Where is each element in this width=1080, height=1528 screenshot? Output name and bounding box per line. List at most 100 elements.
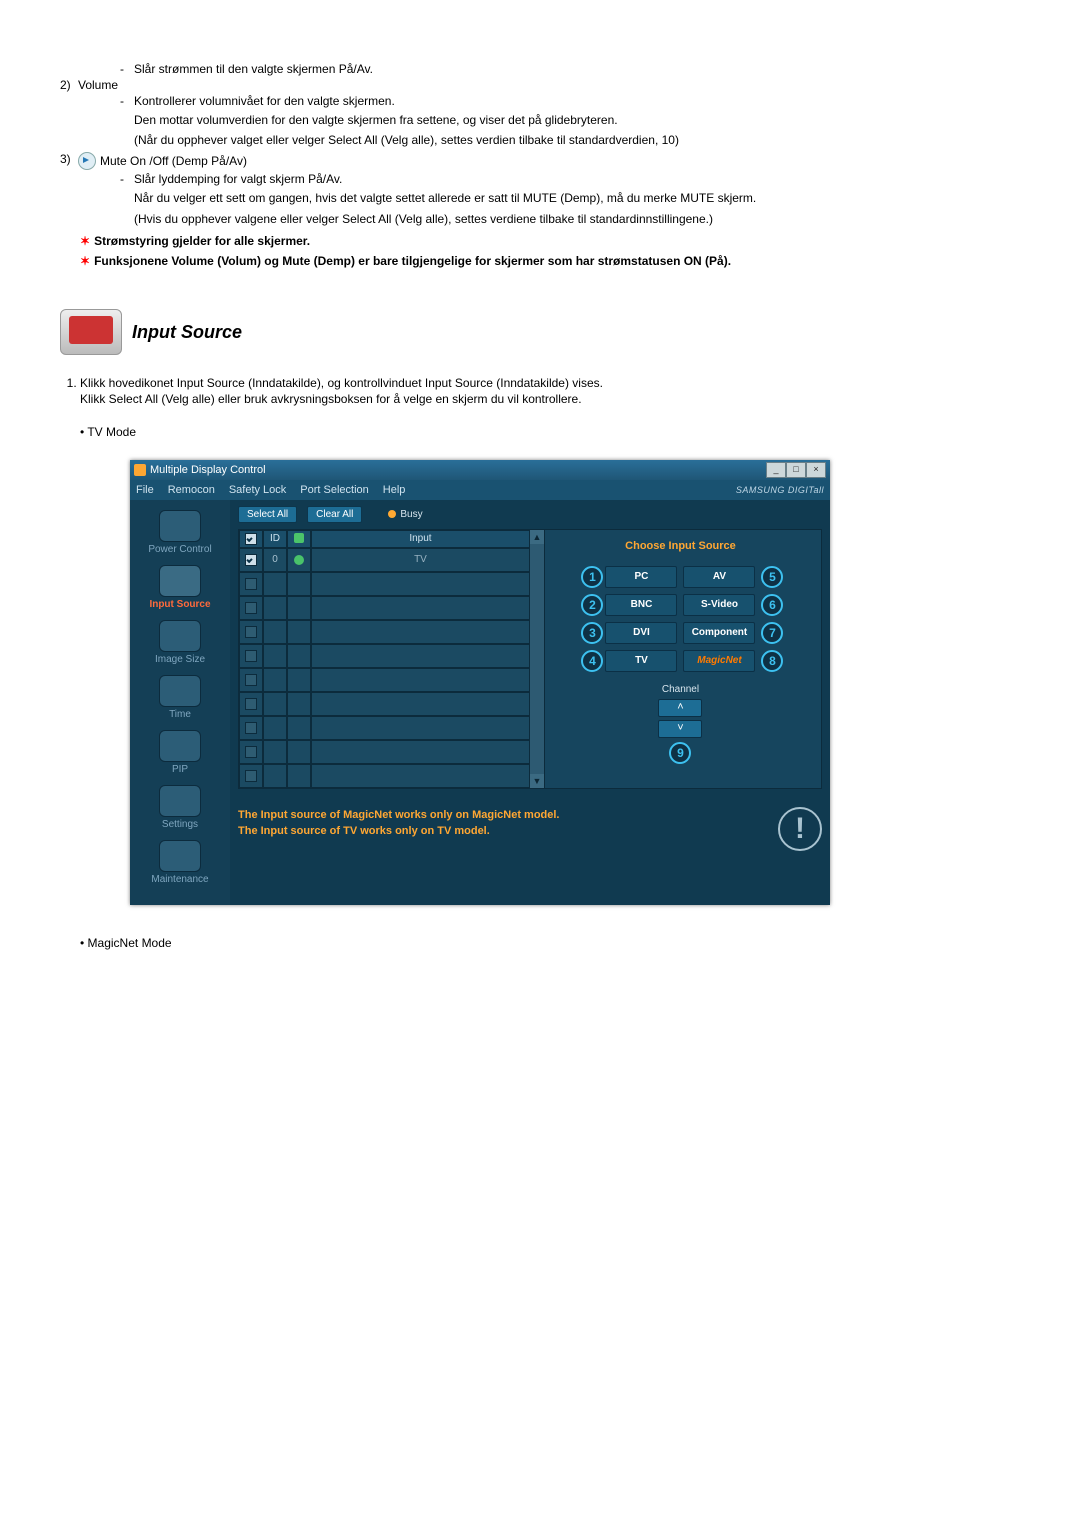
volume-title: Volume xyxy=(78,78,118,92)
callout-3: 3 xyxy=(581,622,603,644)
mute-title: Mute On /Off (Demp På/Av) xyxy=(100,154,247,168)
volume-l2: Den mottar volumverdien for den valgte s… xyxy=(134,112,1020,128)
power-note-text: Slår strømmen til den valgte skjermen På… xyxy=(134,62,373,76)
input-source-panel: Choose Input Source 1 PC AV 5 2 BNC S-Vi… xyxy=(539,529,822,789)
titlebar: Multiple Display Control _ □ × xyxy=(130,460,830,480)
row-checkbox[interactable] xyxy=(245,554,257,566)
col-input: Input xyxy=(311,530,530,548)
display-table: ID Input 0 TV xyxy=(238,529,531,789)
src-magicnet-button[interactable]: MagicNet xyxy=(683,650,755,672)
sidebar-item-pip[interactable]: PIP xyxy=(130,730,230,775)
menu-remocon[interactable]: Remocon xyxy=(168,484,215,496)
section-header: Input Source xyxy=(60,309,1020,355)
callout-5: 5 xyxy=(761,566,783,588)
callout-6: 6 xyxy=(761,594,783,616)
table-row[interactable] xyxy=(239,620,530,644)
callout-9: 9 xyxy=(669,742,691,764)
steps-list: Klikk hovedikonet Input Source (Inndatak… xyxy=(60,375,1020,407)
select-all-button[interactable]: Select All xyxy=(238,506,297,523)
src-svideo-button[interactable]: S-Video xyxy=(683,594,755,616)
table-row[interactable] xyxy=(239,740,530,764)
speaker-icon xyxy=(78,152,96,170)
callout-2: 2 xyxy=(581,594,603,616)
scrollbar[interactable]: ▲ ▼ xyxy=(529,529,545,789)
callout-4: 4 xyxy=(581,650,603,672)
callout-7: 7 xyxy=(761,622,783,644)
table-row[interactable] xyxy=(239,668,530,692)
sidebar: Power Control Input Source Image Size Ti… xyxy=(130,500,230,905)
sidebar-item-image-size[interactable]: Image Size xyxy=(130,620,230,665)
step1b: Klikk Select All (Velg alle) eller bruk … xyxy=(80,392,582,406)
menu-file[interactable]: File xyxy=(136,484,154,496)
section-title: Input Source xyxy=(132,322,242,343)
mute-l3: (Hvis du opphever valgene eller velger S… xyxy=(134,211,1020,227)
src-bnc-button[interactable]: BNC xyxy=(605,594,677,616)
sidebar-item-maintenance[interactable]: Maintenance xyxy=(130,840,230,885)
channel-label: Channel xyxy=(548,684,813,695)
col-status xyxy=(287,530,311,548)
star-icon: ✶ xyxy=(80,234,90,248)
list-num: 2) xyxy=(60,78,78,92)
callout-8: 8 xyxy=(761,650,783,672)
dash: - xyxy=(120,62,134,76)
table-row[interactable] xyxy=(239,764,530,788)
input-source-icon xyxy=(60,309,122,355)
volume-l3: (Når du opphever valget eller velger Sel… xyxy=(134,132,1020,148)
table-row[interactable] xyxy=(239,596,530,620)
src-dvi-button[interactable]: DVI xyxy=(605,622,677,644)
sidebar-item-input-source[interactable]: Input Source xyxy=(130,565,230,610)
sidebar-item-time[interactable]: Time xyxy=(130,675,230,720)
app-icon xyxy=(134,464,146,476)
src-pc-button[interactable]: PC xyxy=(605,566,677,588)
close-button[interactable]: × xyxy=(806,462,826,478)
table-row[interactable] xyxy=(239,572,530,596)
src-tv-button[interactable]: TV xyxy=(605,650,677,672)
star2: Funksjonene Volume (Volum) og Mute (Demp… xyxy=(94,254,731,268)
minimize-button[interactable]: _ xyxy=(766,462,786,478)
table-row[interactable] xyxy=(239,692,530,716)
mute-row: 3) Mute On /Off (Demp På/Av) xyxy=(60,152,1020,170)
footer-text: The Input source of MagicNet works only … xyxy=(238,807,760,840)
channel-down-button[interactable]: ˅ xyxy=(658,720,702,738)
step1a: Klikk hovedikonet Input Source (Inndatak… xyxy=(80,376,603,390)
status-icon xyxy=(294,555,304,565)
app-screenshot: Multiple Display Control _ □ × File Remo… xyxy=(130,460,1020,905)
sidebar-item-settings[interactable]: Settings xyxy=(130,785,230,830)
brand-label: SAMSUNG DIGITall xyxy=(736,485,824,495)
volume-l1: Kontrollerer volumnivået for den valgte … xyxy=(134,94,395,108)
col-id: ID xyxy=(263,530,287,548)
menu-help[interactable]: Help xyxy=(383,484,406,496)
menu-safety-lock[interactable]: Safety Lock xyxy=(229,484,286,496)
scroll-up-icon[interactable]: ▲ xyxy=(530,530,544,544)
mute-l1: Slår lyddemping for valgt skjerm På/Av. xyxy=(134,172,342,186)
busy-dot-icon xyxy=(388,510,396,518)
scroll-down-icon[interactable]: ▼ xyxy=(530,774,544,788)
table-row[interactable]: 0 TV xyxy=(239,548,530,572)
src-component-button[interactable]: Component xyxy=(683,622,755,644)
app-window: Multiple Display Control _ □ × File Remo… xyxy=(130,460,830,905)
maximize-button[interactable]: □ xyxy=(786,462,806,478)
power-note-row: - Slår strømmen til den valgte skjermen … xyxy=(120,62,1020,76)
star-icon: ✶ xyxy=(80,254,90,268)
window-title: Multiple Display Control xyxy=(150,464,266,476)
busy-indicator: Busy xyxy=(388,509,422,520)
menubar: File Remocon Safety Lock Port Selection … xyxy=(130,480,830,500)
magicnet-mode-label: MagicNet Mode xyxy=(80,935,1020,951)
panel-title: Choose Input Source xyxy=(548,540,813,552)
table-row[interactable] xyxy=(239,644,530,668)
src-av-button[interactable]: AV xyxy=(683,566,755,588)
menu-port-selection[interactable]: Port Selection xyxy=(300,484,368,496)
sidebar-item-power[interactable]: Power Control xyxy=(130,510,230,555)
table-row[interactable] xyxy=(239,716,530,740)
callout-1: 1 xyxy=(581,566,603,588)
toolbar: Select All Clear All Busy xyxy=(238,506,822,523)
star1: Strømstyring gjelder for alle skjermer. xyxy=(94,234,310,248)
mute-l2: Når du velger ett sett om gangen, hvis d… xyxy=(134,190,1020,206)
row-id: 0 xyxy=(263,548,287,572)
list-num: 3) xyxy=(60,152,78,166)
tv-mode-label: TV Mode xyxy=(80,424,1020,440)
col-check[interactable] xyxy=(239,530,263,548)
row-input: TV xyxy=(311,548,530,572)
clear-all-button[interactable]: Clear All xyxy=(307,506,362,523)
channel-up-button[interactable]: ˄ xyxy=(658,699,702,717)
